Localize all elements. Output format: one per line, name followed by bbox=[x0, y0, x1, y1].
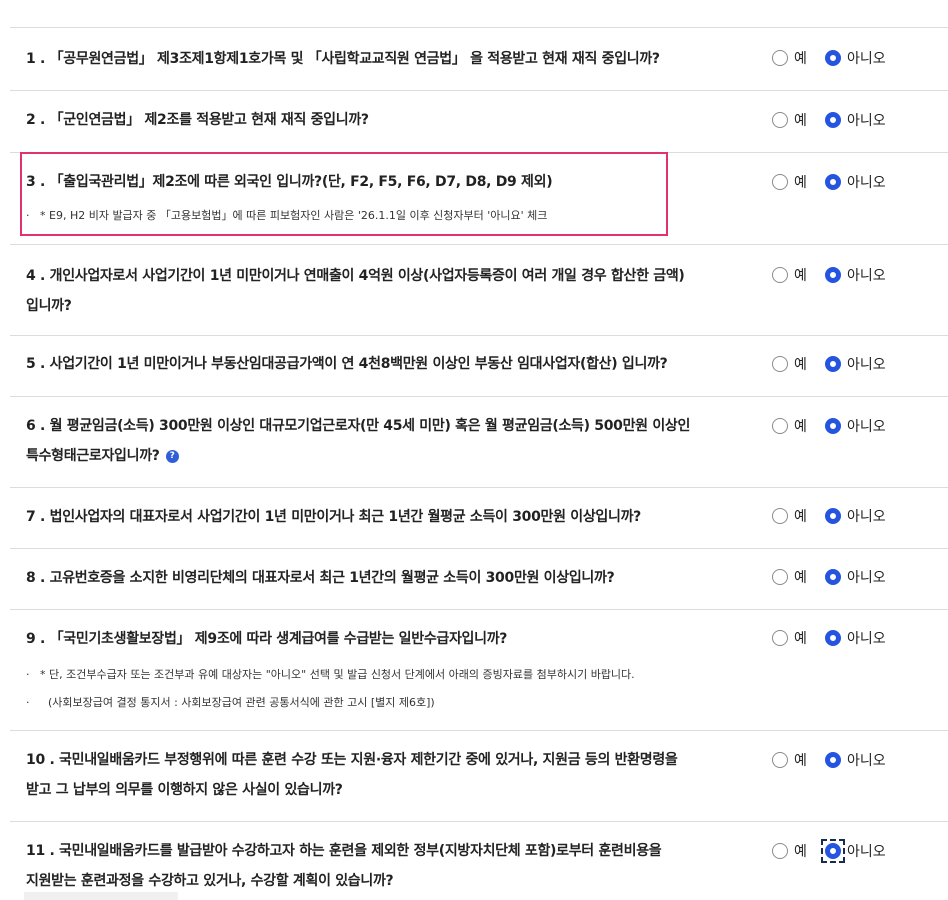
radio-selected-icon[interactable] bbox=[825, 508, 841, 524]
question-text: 10 . 국민내일배움카드 부정행위에 따른 훈련 수강 또는 지원·융자 제한… bbox=[26, 752, 678, 798]
question-text: 5 . 사업기간이 1년 미만이거나 부동산임대공급가액이 연 4천8백만원 이… bbox=[26, 356, 668, 372]
radio-unselected-icon[interactable] bbox=[772, 508, 788, 524]
question-text: 1 . 「공무원연금법」 제3조제1항제1호가목 및 「사립학교교직원 연금법」… bbox=[26, 51, 660, 67]
question-row-1: 1 . 「공무원연금법」 제3조제1항제1호가목 및 「사립학교교직원 연금법」… bbox=[10, 28, 948, 91]
radio-unselected-icon[interactable] bbox=[772, 630, 788, 646]
radio-selected-icon[interactable] bbox=[825, 267, 841, 283]
question-note: · * E9, H2 비자 발급자 중 「고용보험법」에 따른 피보험자인 사람은… bbox=[26, 209, 548, 222]
radio-selected-icon[interactable] bbox=[825, 630, 841, 646]
question-row-8: 8 . 고유번호증을 소지한 비영리단체의 대표자로서 최근 1년간의 월평균 … bbox=[10, 549, 948, 610]
question-row-3: 3 . 「출입국관리법」제2조에 따른 외국인 입니까?(단, F2, F5, … bbox=[10, 153, 948, 245]
question-text: 6 . 월 평균임금(소득) 300만원 이상인 대규모기업근로자(만 45세 … bbox=[26, 418, 691, 464]
question-note: · (사회보장급여 결정 통지서 : 사회보장급여 관련 공통서식에 관한 고시 … bbox=[26, 696, 435, 709]
question-row-11: 11 . 국민내일배움카드를 발급받아 수강하고자 하는 훈련을 제외한 정부(… bbox=[10, 822, 948, 896]
question-note: · * 단, 조건부수급자 또는 조건부과 유예 대상자는 "아니오" 선택 및 … bbox=[26, 668, 635, 681]
radio-unselected-icon[interactable] bbox=[772, 267, 788, 283]
question-text: 8 . 고유번호증을 소지한 비영리단체의 대표자로서 최근 1년간의 월평균 … bbox=[26, 570, 615, 586]
question-row-6: 6 . 월 평균임금(소득) 300만원 이상인 대규모기업근로자(만 45세 … bbox=[10, 397, 948, 488]
radio-unselected-icon[interactable] bbox=[772, 569, 788, 585]
question-row-7: 7 . 법인사업자의 대표자로서 사업기간이 1년 미만이거나 최근 1년간 월… bbox=[10, 488, 948, 549]
radio-selected-icon[interactable] bbox=[825, 418, 841, 434]
radio-unselected-icon[interactable] bbox=[772, 843, 788, 859]
question-row-10: 10 . 국민내일배움카드 부정행위에 따른 훈련 수강 또는 지원·융자 제한… bbox=[10, 731, 948, 822]
bottom-divider-stub bbox=[24, 892, 178, 900]
radio-unselected-icon[interactable] bbox=[772, 418, 788, 434]
focus-ring bbox=[821, 839, 845, 863]
radio-unselected-icon[interactable] bbox=[772, 356, 788, 372]
question-row-4: 4 . 개인사업자로서 사업기간이 1년 미만이거나 연매출이 4억원 이상(사… bbox=[10, 245, 948, 336]
question-row-5: 5 . 사업기간이 1년 미만이거나 부동산임대공급가액이 연 4천8백만원 이… bbox=[10, 336, 948, 397]
radio-unselected-icon[interactable] bbox=[772, 112, 788, 128]
question-text: 2 . 「군인연금법」 제2조를 적용받고 현재 재직 중입니까? bbox=[26, 112, 369, 128]
radio-unselected-icon[interactable] bbox=[772, 174, 788, 190]
question-row-9: 9 . 「국민기초생활보장법」 제9조에 따라 생계급여를 수급받는 일반수급자… bbox=[10, 610, 948, 731]
radio-selected-icon[interactable] bbox=[825, 50, 841, 66]
question-text: 3 . 「출입국관리법」제2조에 따른 외국인 입니까?(단, F2, F5, … bbox=[26, 174, 553, 190]
radio-selected-icon[interactable] bbox=[825, 112, 841, 128]
question-text: 4 . 개인사업자로서 사업기간이 1년 미만이거나 연매출이 4억원 이상(사… bbox=[26, 268, 685, 314]
help-icon[interactable]: ? bbox=[165, 450, 179, 463]
radio-selected-icon[interactable] bbox=[825, 356, 841, 372]
question-row-2: 2 . 「군인연금법」 제2조를 적용받고 현재 재직 중입니까? 예 아니오 bbox=[10, 91, 948, 153]
radio-unselected-icon[interactable] bbox=[772, 752, 788, 768]
radio-selected-icon[interactable] bbox=[825, 569, 841, 585]
radio-selected-icon[interactable] bbox=[825, 174, 841, 190]
question-text: 9 . 「국민기초생활보장법」 제9조에 따라 생계급여를 수급받는 일반수급자… bbox=[26, 631, 508, 647]
radio-selected-icon[interactable] bbox=[825, 752, 841, 768]
question-text: 11 . 국민내일배움카드를 발급받아 수강하고자 하는 훈련을 제외한 정부(… bbox=[26, 843, 662, 889]
question-text: 7 . 법인사업자의 대표자로서 사업기간이 1년 미만이거나 최근 1년간 월… bbox=[26, 509, 641, 525]
radio-unselected-icon[interactable] bbox=[772, 50, 788, 66]
